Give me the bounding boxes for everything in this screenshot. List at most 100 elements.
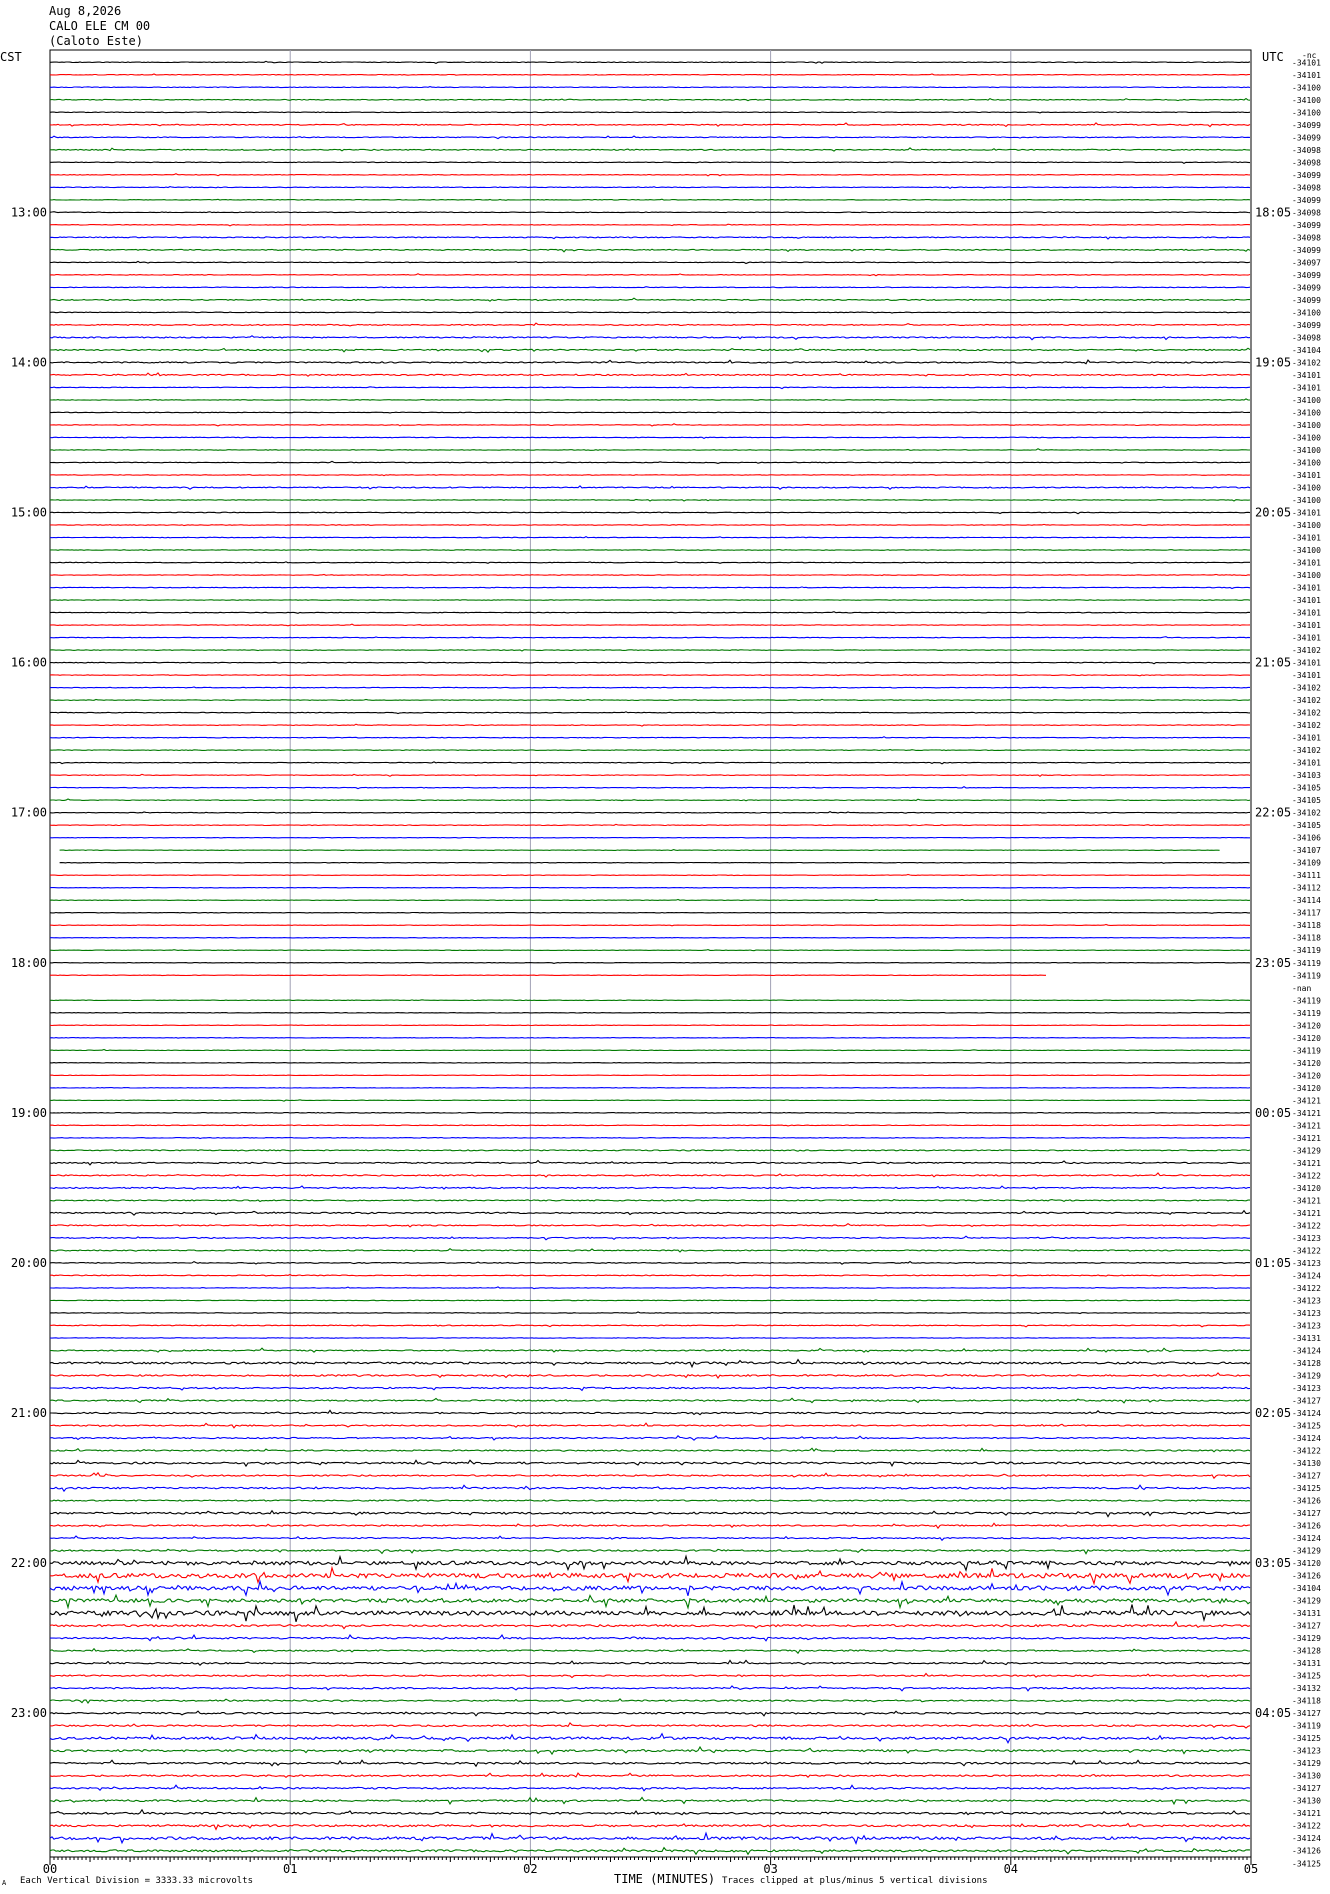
trace-line xyxy=(49,748,1251,752)
trace-value-label: -34124 xyxy=(1292,1834,1321,1843)
trace-line xyxy=(49,1698,1251,1704)
trace-value-label: -34118 xyxy=(1292,934,1321,943)
trace-value-label: -34129 xyxy=(1292,1371,1321,1380)
trace-value-label: -34120 xyxy=(1292,1084,1321,1093)
trace-line xyxy=(49,260,1251,265)
trace-value-label: -34105 xyxy=(1292,821,1321,830)
trace-line xyxy=(49,1672,1251,1679)
trace-line xyxy=(49,761,1251,765)
x-tick-label: 04 xyxy=(1004,1862,1018,1876)
trace-value-label: -34128 xyxy=(1292,1359,1321,1368)
left-hour-label: 18:00 xyxy=(11,956,47,970)
trace-line xyxy=(49,961,1251,964)
trace-value-label: -34111 xyxy=(1292,871,1321,880)
trace-line xyxy=(49,1099,1251,1102)
trace-line xyxy=(49,1846,1251,1856)
trace-value-label: -34125 xyxy=(1292,1859,1321,1868)
trace-value-label: -34121 xyxy=(1292,1809,1321,1818)
trace-value-label: -34129 xyxy=(1292,1547,1321,1556)
trace-value-label: -34125 xyxy=(1292,1672,1321,1681)
trace-line xyxy=(49,1172,1250,1178)
trace-line xyxy=(49,1235,1251,1241)
trace-line xyxy=(49,1372,1251,1379)
trace-value-label: -34122 xyxy=(1292,1447,1321,1456)
trace-line xyxy=(49,798,1251,802)
trace-value-label: -34126 xyxy=(1292,1497,1321,1506)
trace-line xyxy=(50,1471,1251,1480)
trace-line xyxy=(50,1386,1251,1392)
trace-line xyxy=(49,1124,1251,1127)
trace-value-label: -34100 xyxy=(1292,571,1321,580)
trace-line xyxy=(49,548,1250,551)
trace-line xyxy=(49,1535,1250,1542)
trace-line xyxy=(49,498,1251,502)
trace-line xyxy=(49,448,1250,451)
trace-value-label: -34122 xyxy=(1292,1246,1321,1255)
trace-line xyxy=(49,535,1251,539)
trace-value-label: -34120 xyxy=(1292,1071,1321,1080)
trace-line xyxy=(49,1337,1251,1340)
trace-line xyxy=(49,836,1250,839)
trace-line xyxy=(49,649,1251,652)
trace-value-label: -34101 xyxy=(1292,509,1321,518)
right-hour-label: 23:05 xyxy=(1255,956,1291,970)
trace-line xyxy=(50,86,1251,89)
trace-value-label: -34101 xyxy=(1292,534,1321,543)
trace-line xyxy=(49,135,1251,140)
trace-line xyxy=(49,411,1250,414)
trace-value-label: -34126 xyxy=(1292,1847,1321,1856)
trace-value-label: -34102 xyxy=(1292,746,1321,755)
trace-line xyxy=(49,1548,1251,1555)
trace-line xyxy=(49,949,1251,952)
trace-value-label: -34121 xyxy=(1292,1134,1321,1143)
trace-value-label: -34123 xyxy=(1292,1747,1321,1756)
trace-value-label: -34118 xyxy=(1292,921,1321,930)
x-tick-label: 05 xyxy=(1244,1862,1258,1876)
trace-line xyxy=(49,573,1251,577)
trace-line xyxy=(50,1137,1251,1140)
trace-value-label: -34121 xyxy=(1292,1196,1321,1205)
trace-line xyxy=(49,1435,1251,1441)
trace-value-label: -34098 xyxy=(1292,333,1321,342)
trace-value-label: -34109 xyxy=(1292,859,1321,868)
trace-line xyxy=(49,473,1251,477)
trace-line xyxy=(50,173,1251,177)
trace-value-label: -34099 xyxy=(1292,221,1321,230)
trace-value-label: -34105 xyxy=(1292,796,1321,805)
trace-line xyxy=(49,1037,1251,1039)
right-hour-label: 00:05 xyxy=(1255,1106,1291,1120)
trace-line xyxy=(49,1808,1251,1816)
left-hour-label: 17:00 xyxy=(11,806,47,820)
trace-value-label: -34101 xyxy=(1292,609,1321,618)
trace-value-label: -34120 xyxy=(1292,1559,1321,1568)
left-hour-label: 23:00 xyxy=(11,1706,47,1720)
trace-value-label: -34121 xyxy=(1292,1121,1321,1130)
trace-value-label: -34124 xyxy=(1292,1534,1321,1543)
division-note: Each Vertical Division = 3333.33 microvo… xyxy=(20,1876,253,1886)
trace-line xyxy=(49,335,1251,341)
trace-value-label: -34123 xyxy=(1292,1309,1321,1318)
trace-line xyxy=(49,236,1251,240)
trace-value-label: -34099 xyxy=(1292,283,1321,292)
trace-line xyxy=(49,1759,1251,1768)
trace-value-label: -34117 xyxy=(1292,909,1321,918)
trace-value-label: -34101 xyxy=(1292,759,1321,768)
trace-value-label: -34122 xyxy=(1292,1822,1321,1831)
x-tick-label: 02 xyxy=(523,1862,537,1876)
trace-line xyxy=(49,1199,1250,1203)
trace-line xyxy=(49,97,1251,102)
trace-line xyxy=(49,911,1250,914)
left-hour-label: 20:00 xyxy=(11,1256,47,1270)
trace-value-label: -34119 xyxy=(1292,959,1321,968)
trace-line xyxy=(50,1633,1251,1642)
trace-value-label: -34129 xyxy=(1292,1759,1321,1768)
trace-line xyxy=(49,1248,1251,1253)
trace-value-label: -34101 xyxy=(1292,471,1321,480)
trace-value-label: -34126 xyxy=(1292,1522,1321,1531)
trace-value-label: -34098 xyxy=(1292,183,1321,192)
trace-value-label: -34099 xyxy=(1292,271,1321,280)
trace-line xyxy=(49,1358,1251,1369)
left-hour-label: 13:00 xyxy=(11,205,47,219)
trace-value-label: -34100 xyxy=(1292,408,1321,417)
trace-line xyxy=(49,1286,1251,1290)
